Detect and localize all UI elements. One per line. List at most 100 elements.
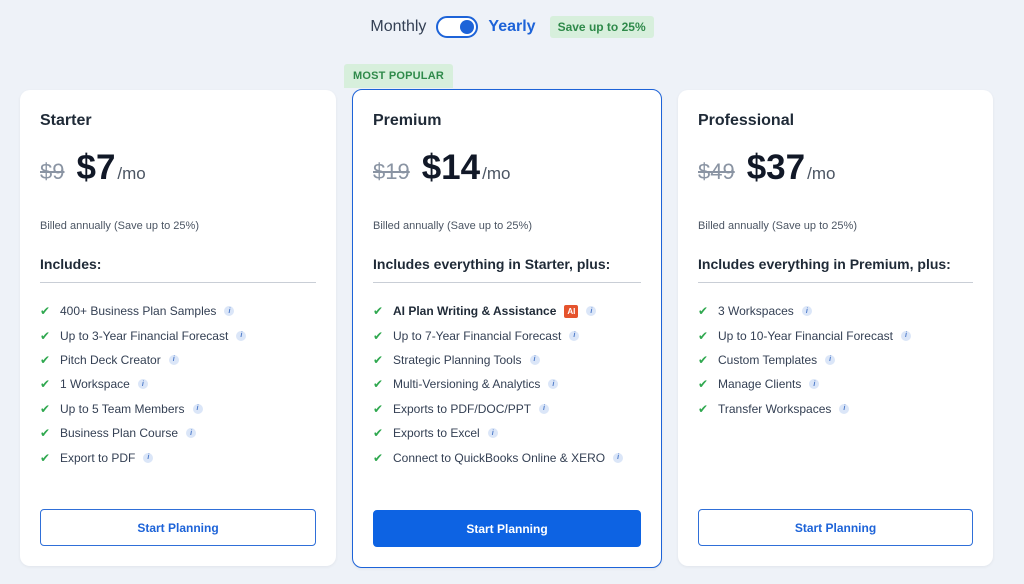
list-item: ✔ Pitch Deck Creator i [40,348,246,372]
feature-label: AI Plan Writing & Assistance [393,304,557,319]
info-icon[interactable]: i [186,428,197,439]
feature-label: Up to 10-Year Financial Forecast [718,328,893,343]
start-planning-button-premium[interactable]: Start Planning [373,510,641,547]
price-period: /mo [807,164,836,183]
check-icon: ✔ [40,328,51,343]
feature-label: Exports to PDF/DOC/PPT [393,401,532,416]
most-popular-badge: MOST POPULAR [344,64,454,88]
feature-label: Export to PDF [60,450,136,465]
feature-label: Business Plan Course [60,426,179,441]
check-icon: ✔ [698,401,709,416]
feature-label: Exports to Excel [393,426,480,441]
info-icon[interactable]: i [137,379,148,390]
feature-label: Up to 5 Team Members [60,401,185,416]
new-price: $14 [421,148,481,187]
old-price: $9 [40,159,65,184]
list-item: ✔ Exports to PDF/DOC/PPT i [373,397,623,421]
feature-label: Strategic Planning Tools [393,352,522,367]
feature-label: 1 Workspace [60,377,130,392]
check-icon: ✔ [373,304,384,319]
yearly-label[interactable]: Yearly [488,18,535,36]
info-icon[interactable]: i [569,330,580,341]
info-icon[interactable]: i [839,403,850,414]
info-icon[interactable]: i [900,330,911,341]
start-planning-button-professional[interactable]: Start Planning [698,509,973,546]
info-icon[interactable]: i [539,403,550,414]
list-item: ✔ Exports to Excel i [373,421,623,445]
info-icon[interactable]: i [586,306,597,317]
old-price: $49 [698,159,735,184]
check-icon: ✔ [698,304,709,319]
plan-name: Premium [373,112,442,129]
pricing-page: Monthly Yearly Save up to 25% MOST POPUL… [0,0,1024,584]
info-icon[interactable]: i [236,330,247,341]
check-icon: ✔ [40,426,51,441]
feature-list: ✔ 3 Workspaces i ✔ Up to 10-Year Financial … [698,299,911,421]
start-planning-button-starter[interactable]: Start Planning [40,509,316,546]
check-icon: ✔ [40,377,51,392]
monthly-label[interactable]: Monthly [370,18,426,36]
plan-name: Starter [40,112,92,129]
list-item: ✔ Up to 10-Year Financial Forecast i [698,323,911,347]
check-icon: ✔ [698,328,709,343]
feature-label: Up to 3-Year Financial Forecast [60,328,229,343]
billing-toggle-switch[interactable] [436,16,479,38]
info-icon[interactable]: i [548,379,559,390]
list-item: ✔ Business Plan Course i [40,421,246,445]
info-icon[interactable]: i [192,403,203,414]
info-icon[interactable]: i [224,306,235,317]
feature-label: Manage Clients [718,377,802,392]
divider [698,282,973,283]
feature-label: Up to 7-Year Financial Forecast [393,328,562,343]
info-icon[interactable]: i [801,306,812,317]
info-icon[interactable]: i [143,452,154,463]
plan-name: Professional [698,112,795,129]
info-icon[interactable]: i [487,428,498,439]
old-price: $19 [373,159,410,184]
feature-list: ✔ 400+ Business Plan Samples i ✔ Up to 3-Ye… [40,299,247,470]
list-item: ✔ AI Plan Writing & Assistance AI i [373,299,623,323]
price-row: $19 $14 /mo [373,148,510,188]
includes-heading: Includes everything in Starter, plus: [373,256,611,272]
check-icon: ✔ [373,377,384,392]
save-badge: Save up to 25% [549,16,654,38]
check-icon: ✔ [373,426,384,441]
ai-badge: AI [564,304,579,318]
list-item: ✔ 400+ Business Plan Samples i [40,299,246,323]
check-icon: ✔ [373,450,384,465]
check-icon: ✔ [40,450,51,465]
info-icon[interactable]: i [809,379,820,390]
list-item: ✔ Strategic Planning Tools i [373,348,623,372]
price-period: /mo [117,164,146,183]
divider [373,282,641,283]
billed-note: Billed annually (Save up to 25%) [698,220,857,232]
price-period: /mo [482,164,511,183]
list-item: ✔ 3 Workspaces i [698,299,911,323]
check-icon: ✔ [40,401,51,416]
list-item: ✔ Manage Clients i [698,372,911,396]
feature-label: Transfer Workspaces [718,401,832,416]
info-icon[interactable]: i [613,452,624,463]
check-icon: ✔ [40,352,51,367]
check-icon: ✔ [373,352,384,367]
check-icon: ✔ [698,377,709,392]
billed-note: Billed annually (Save up to 25%) [40,220,199,232]
new-price: $7 [76,148,116,187]
divider [40,282,316,283]
feature-label: Connect to QuickBooks Online & XERO [393,450,606,465]
plan-card-professional: Professional $49 $37 /mo Billed annually… [678,90,993,566]
list-item: ✔ 1 Workspace i [40,372,246,396]
feature-label: 400+ Business Plan Samples [60,304,217,319]
info-icon[interactable]: i [825,354,836,365]
feature-label: 3 Workspaces [718,304,794,319]
check-icon: ✔ [698,352,709,367]
billed-note: Billed annually (Save up to 25%) [373,220,532,232]
info-icon[interactable]: i [168,354,179,365]
toggle-knob [460,20,475,34]
check-icon: ✔ [40,304,51,319]
list-item: ✔ Up to 5 Team Members i [40,397,246,421]
list-item: ✔ Up to 3-Year Financial Forecast i [40,323,247,347]
plan-card-starter: Starter $9 $7 /mo Billed annually (Save … [20,90,336,566]
info-icon[interactable]: i [529,354,540,365]
check-icon: ✔ [373,401,384,416]
